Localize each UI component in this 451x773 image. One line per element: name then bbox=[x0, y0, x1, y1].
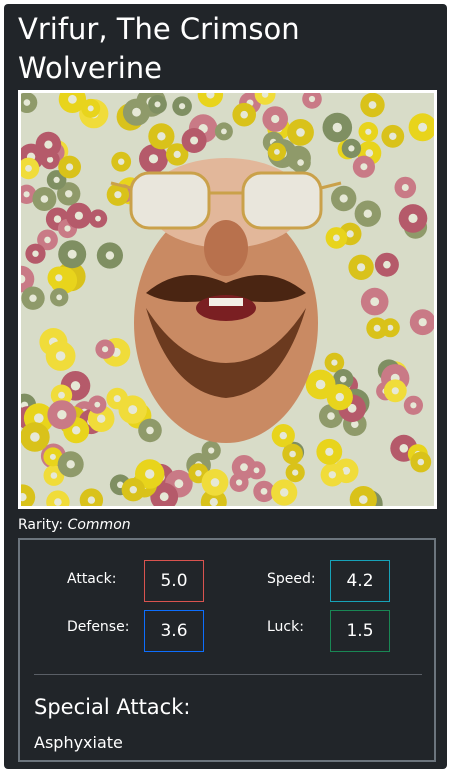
card-title: Vrifur, The Crimson Wolverine bbox=[18, 12, 300, 85]
rarity: Rarity: Common bbox=[18, 517, 131, 533]
character-image bbox=[18, 90, 437, 509]
speed-label: Speed: bbox=[267, 571, 316, 587]
luck-value: 1.5 bbox=[330, 610, 390, 652]
stats-box: Attack: 5.0 Speed: 4.2 Defense: 3.6 Luck… bbox=[18, 538, 436, 762]
defense-value: 3.6 bbox=[144, 610, 204, 652]
divider bbox=[34, 674, 422, 675]
character-photo bbox=[21, 93, 434, 506]
character-card: Vrifur, The Crimson Wolverine Rarity: Co… bbox=[4, 4, 447, 769]
rarity-value: Common bbox=[67, 517, 131, 533]
attack-value: 5.0 bbox=[144, 560, 204, 602]
attack-label: Attack: bbox=[67, 571, 117, 587]
special-attack-heading: Special Attack: bbox=[34, 695, 191, 719]
special-attack-name: Asphyxiate bbox=[34, 733, 123, 752]
speed-value: 4.2 bbox=[330, 560, 390, 602]
rarity-label: Rarity: bbox=[18, 517, 64, 533]
luck-label: Luck: bbox=[267, 619, 304, 635]
defense-label: Defense: bbox=[67, 619, 130, 635]
